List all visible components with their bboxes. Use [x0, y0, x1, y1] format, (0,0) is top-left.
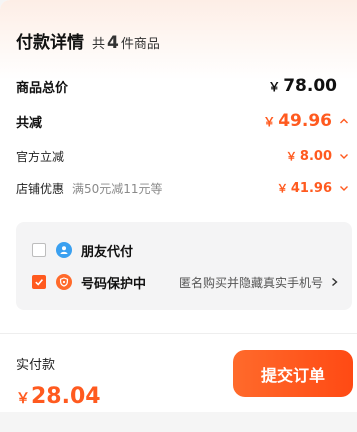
discount-row[interactable]: 共减 ￥ 49.96: [16, 111, 349, 131]
discount-value[interactable]: ￥ 49.96: [263, 111, 349, 131]
store-discount-value[interactable]: ￥ 41.96: [277, 180, 349, 196]
friend-pay-icon: [56, 242, 72, 258]
number-protect-detail-link[interactable]: 匿名购买并隐藏真实手机号: [179, 274, 338, 291]
item-count-number: 4: [107, 33, 119, 53]
store-discount-amount: 41.96: [290, 181, 332, 196]
item-count: 共 4 件商品: [92, 33, 160, 53]
total-price-row: 商品总价 ￥ 78.00: [16, 76, 349, 96]
currency-symbol: ￥: [285, 150, 297, 163]
friend-pay-label: 朋友代付: [81, 244, 134, 260]
friend-pay-checkbox[interactable]: [32, 243, 46, 257]
chevron-down-icon[interactable]: [339, 151, 349, 161]
discount-label: 共减: [16, 115, 43, 131]
total-price-label: 商品总价: [16, 80, 69, 96]
currency-symbol: ￥: [263, 115, 276, 129]
item-count-suffix: 件商品: [120, 37, 160, 52]
official-discount-label: 官方立减: [16, 149, 65, 164]
payment-options: 朋友代付 号码保护中 匿名购买并隐藏真实手机号: [16, 222, 352, 310]
currency-symbol: ￥: [276, 182, 288, 195]
actual-payment-label: 实付款: [16, 358, 56, 373]
total-price-value: ￥ 78.00: [268, 76, 337, 96]
number-protect-checkbox[interactable]: [32, 275, 46, 289]
actual-payment-value: 28.04: [31, 384, 101, 409]
official-discount-value[interactable]: ￥ 8.00: [286, 148, 349, 164]
chevron-right-icon: [332, 277, 338, 287]
page-title: 付款详情: [16, 33, 84, 53]
number-protect-detail: 匿名购买并隐藏真实手机号: [178, 275, 323, 290]
number-protect-label: 号码保护中: [81, 276, 147, 292]
actual-payment-amount: ￥28.04: [16, 384, 101, 409]
total-price-amount: 78.00: [283, 76, 337, 96]
number-protect-icon: [56, 274, 72, 290]
official-discount-row[interactable]: 官方立减 ￥ 8.00: [16, 147, 349, 165]
submit-order-button[interactable]: 提交订单: [233, 350, 353, 397]
payment-details-panel: 付款详情 共 4 件商品 商品总价 ￥ 78.00 共减 ￥ 49.96 官方立减 ￥ 8…: [0, 0, 357, 412]
store-discount-detail: 满50元减11元等: [72, 181, 163, 196]
number-protect-option[interactable]: 号码保护中 匿名购买并隐藏真实手机号: [32, 272, 338, 292]
check-icon: [35, 279, 44, 286]
official-discount-amount: 8.00: [299, 149, 332, 164]
discount-amount: 49.96: [278, 111, 332, 131]
divider: [0, 333, 357, 334]
currency-symbol: ￥: [268, 80, 281, 94]
store-discount-label: 店铺优惠: [16, 181, 65, 196]
item-count-prefix: 共: [92, 37, 106, 52]
currency-symbol: ￥: [16, 391, 30, 407]
store-discount-row[interactable]: 店铺优惠 满50元减11元等 ￥ 41.96: [16, 179, 349, 197]
chevron-up-icon[interactable]: [339, 116, 349, 126]
friend-pay-option[interactable]: 朋友代付: [32, 240, 338, 260]
chevron-down-icon[interactable]: [339, 183, 349, 193]
header: 付款详情 共 4 件商品: [16, 28, 160, 53]
